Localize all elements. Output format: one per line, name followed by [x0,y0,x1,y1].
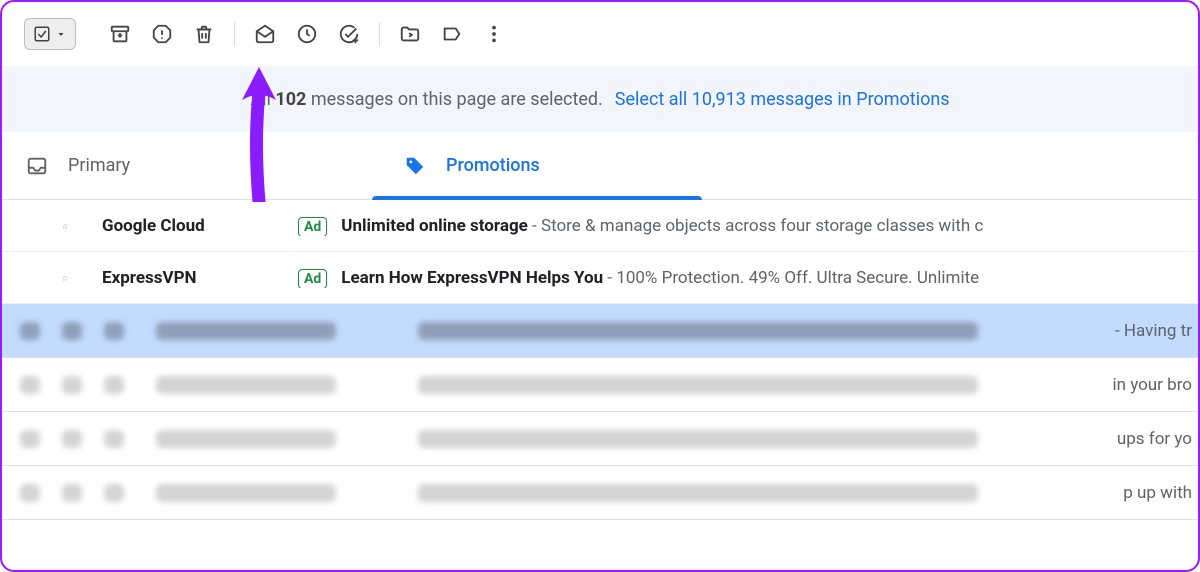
redacted [156,484,336,502]
redacted [62,322,82,340]
selection-banner: All 102 messages on this page are select… [2,66,1198,132]
ad-badge: Ad [298,217,327,236]
move-to-button[interactable] [390,14,430,54]
select-all-checkbox[interactable] [24,18,76,50]
subject-line: AdUnlimited online storage - Store & man… [298,216,1198,236]
email-row-redacted[interactable]: in your bro [2,358,1198,412]
redacted [156,430,336,448]
spam-icon [151,23,173,45]
report-spam-button[interactable] [142,14,182,54]
select-all-conversations-link[interactable]: Select all 10,913 messages in Promotions [615,89,950,110]
redacted [62,376,82,394]
archive-icon [109,23,131,45]
ad-badge: Ad [298,269,327,288]
snippet-tail: - Having tr [1115,321,1198,341]
tab-label: Promotions [446,155,540,176]
sender: Google Cloud [68,216,298,236]
redacted [418,430,978,448]
redacted [20,484,40,502]
subject-line: AdLearn How ExpressVPN Helps You - 100% … [298,268,1198,288]
sender: ExpressVPN [68,268,298,288]
toolbar-divider [234,22,235,46]
star-toggle[interactable] [10,215,68,237]
trash-icon [193,23,215,45]
snippet-tail: p up with [1123,483,1198,503]
redacted [104,322,124,340]
redacted [62,484,82,502]
redacted [62,430,82,448]
envelope-open-icon [254,23,276,45]
add-to-tasks-button[interactable] [329,14,369,54]
email-row-redacted[interactable]: - Having tr [2,304,1198,358]
banner-text: All 102 messages on this page are select… [250,89,602,110]
redacted [104,376,124,394]
snippet-tail: in your bro [1112,375,1198,395]
redacted [156,322,336,340]
clock-icon [296,23,318,45]
delete-button[interactable] [184,14,224,54]
snippet-tail: ups for yo [1117,429,1198,449]
category-tabs: Primary Promotions [2,132,1198,200]
tab-label: Primary [68,155,130,176]
redacted [418,484,978,502]
labels-button[interactable] [432,14,472,54]
ad-row[interactable]: Google CloudAdUnlimited online storage -… [2,200,1198,252]
toolbar-divider [379,22,380,46]
tab-primary[interactable]: Primary [2,132,372,199]
redacted [20,322,40,340]
label-icon [441,23,463,45]
more-vert-icon [483,23,505,45]
move-folder-icon [399,23,421,45]
archive-button[interactable] [100,14,140,54]
redacted [20,430,40,448]
snooze-button[interactable] [287,14,327,54]
tab-promotions[interactable]: Promotions [372,132,702,199]
star-toggle[interactable] [10,267,68,289]
redacted [104,430,124,448]
dropdown-caret-icon [55,28,67,40]
redacted [418,376,978,394]
redacted [20,376,40,394]
tag-icon [404,155,426,177]
add-task-icon [338,23,360,45]
mark-unread-button[interactable] [245,14,285,54]
more-button[interactable] [474,14,514,54]
checkbox-checked-icon [33,25,51,43]
redacted [156,376,336,394]
email-row-redacted[interactable]: p up with [2,466,1198,520]
redacted [104,484,124,502]
ad-row[interactable]: ExpressVPNAdLearn How ExpressVPN Helps Y… [2,252,1198,304]
redacted [418,322,978,340]
action-toolbar [2,2,1198,66]
inbox-icon [26,155,48,177]
email-row-redacted[interactable]: ups for yo [2,412,1198,466]
